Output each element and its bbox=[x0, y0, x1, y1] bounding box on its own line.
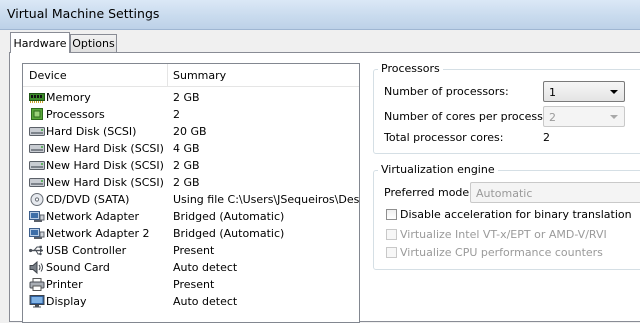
device-list[interactable]: Device Summary Memory 2 GB Processors 2 … bbox=[22, 63, 360, 323]
device-summary: Present bbox=[173, 244, 215, 257]
virtualize-vtx-label[interactable]: Virtualize Intel VT-x/EPT or AMD-V/RVI bbox=[400, 228, 607, 241]
chevron-down-icon bbox=[610, 90, 618, 94]
window-title: Virtual Machine Settings bbox=[7, 6, 160, 21]
virtualize-cpu-counters-checkbox[interactable] bbox=[386, 247, 397, 258]
tab-options-label: Options bbox=[72, 37, 115, 50]
device-summary: Bridged (Automatic) bbox=[173, 210, 285, 223]
device-summary: 2 GB bbox=[173, 176, 200, 189]
number-of-processors-dropdown[interactable]: 1 bbox=[543, 81, 625, 102]
device-row-usb-controller[interactable]: USB Controller Present bbox=[23, 242, 359, 259]
disable-acceleration-checkbox[interactable] bbox=[386, 209, 397, 220]
printer-icon bbox=[29, 278, 45, 291]
device-summary: Present bbox=[173, 278, 215, 291]
virtualize-vtx-checkbox[interactable] bbox=[386, 229, 397, 240]
device-summary: 4 GB bbox=[173, 142, 200, 155]
preferred-mode-dropdown[interactable]: Automatic bbox=[470, 182, 640, 203]
device-name: Processors bbox=[46, 108, 105, 121]
device-summary: Bridged (Automatic) bbox=[173, 227, 285, 240]
device-row-sound-card[interactable]: Sound Card Auto detect bbox=[23, 259, 359, 276]
device-name: Printer bbox=[46, 278, 83, 291]
network-adapter-icon bbox=[29, 210, 45, 223]
total-processor-cores-label: Total processor cores: bbox=[384, 131, 504, 144]
device-summary: Auto detect bbox=[173, 261, 238, 274]
device-summary: 2 bbox=[173, 108, 180, 121]
device-row-hard-disk[interactable]: Hard Disk (SCSI) 20 GB bbox=[23, 123, 359, 140]
device-name: CD/DVD (SATA) bbox=[46, 193, 130, 206]
tab-hardware[interactable]: Hardware bbox=[10, 32, 70, 53]
device-name: Network Adapter bbox=[46, 210, 140, 223]
number-of-processors-label: Number of processors: bbox=[384, 85, 509, 98]
device-list-header: Device Summary bbox=[23, 64, 359, 87]
display-icon bbox=[29, 295, 45, 308]
device-name: New Hard Disk (SCSI) bbox=[46, 142, 164, 155]
cores-per-processor-dropdown[interactable]: 2 bbox=[543, 106, 625, 127]
total-processor-cores-value: 2 bbox=[543, 131, 550, 144]
tab-hardware-label: Hardware bbox=[13, 37, 67, 50]
disable-acceleration-label[interactable]: Disable acceleration for binary translat… bbox=[400, 208, 632, 221]
device-summary: 20 GB bbox=[173, 125, 207, 138]
device-row-processors[interactable]: Processors 2 bbox=[23, 106, 359, 123]
virtualize-cpu-counters-label[interactable]: Virtualize CPU performance counters bbox=[400, 246, 603, 259]
cores-per-processor-label: Number of cores per processor: bbox=[384, 110, 558, 123]
hard-disk-icon bbox=[29, 142, 45, 155]
device-name: USB Controller bbox=[46, 244, 127, 257]
preferred-mode-value: Automatic bbox=[476, 187, 533, 200]
device-row-network-adapter-2[interactable]: Network Adapter 2 Bridged (Automatic) bbox=[23, 225, 359, 242]
network-adapter-icon bbox=[29, 227, 45, 240]
device-summary: 2 GB bbox=[173, 91, 200, 104]
device-name: Network Adapter 2 bbox=[46, 227, 150, 240]
hard-disk-icon bbox=[29, 176, 45, 189]
device-row-cd-dvd[interactable]: CD/DVD (SATA) Using file C:\Users\JSeque… bbox=[23, 191, 360, 208]
virtualization-engine-group-label: Virtualization engine bbox=[378, 163, 498, 176]
hard-disk-icon bbox=[29, 125, 45, 138]
device-name: Hard Disk (SCSI) bbox=[46, 125, 137, 138]
processor-icon bbox=[29, 108, 45, 121]
device-row-network-adapter[interactable]: Network Adapter Bridged (Automatic) bbox=[23, 208, 359, 225]
device-name: Sound Card bbox=[46, 261, 110, 274]
device-name: Memory bbox=[46, 91, 91, 104]
preferred-mode-label: Preferred mode: bbox=[384, 186, 473, 199]
column-header-summary[interactable]: Summary bbox=[173, 69, 226, 82]
device-name: New Hard Disk (SCSI) bbox=[46, 176, 164, 189]
device-name: Display bbox=[46, 295, 87, 308]
device-summary: Using file C:\Users\JSequeiros\Desktop bbox=[173, 193, 360, 206]
sound-card-icon bbox=[29, 260, 45, 275]
device-row-new-hard-disk[interactable]: New Hard Disk (SCSI) 2 GB bbox=[23, 174, 359, 191]
title-bar: Virtual Machine Settings bbox=[0, 0, 640, 30]
tab-options[interactable]: Options bbox=[70, 34, 117, 52]
processors-group-label: Processors bbox=[378, 62, 443, 75]
device-row-new-hard-disk[interactable]: New Hard Disk (SCSI) 4 GB bbox=[23, 140, 359, 157]
device-row-printer[interactable]: Printer Present bbox=[23, 276, 359, 293]
column-header-device[interactable]: Device bbox=[29, 69, 67, 82]
device-row-new-hard-disk[interactable]: New Hard Disk (SCSI) 2 GB bbox=[23, 157, 359, 174]
device-summary: 2 GB bbox=[173, 159, 200, 172]
usb-icon bbox=[29, 244, 45, 257]
number-of-processors-value: 1 bbox=[549, 86, 556, 99]
device-row-memory[interactable]: Memory 2 GB bbox=[23, 89, 359, 106]
memory-icon bbox=[29, 91, 45, 104]
device-summary: Auto detect bbox=[173, 295, 238, 308]
cores-per-processor-value: 2 bbox=[549, 111, 556, 124]
column-separator[interactable] bbox=[167, 64, 168, 86]
cd-dvd-icon bbox=[29, 193, 45, 206]
chevron-down-icon bbox=[610, 115, 618, 119]
device-name: New Hard Disk (SCSI) bbox=[46, 159, 164, 172]
hard-disk-icon bbox=[29, 159, 45, 172]
device-row-display[interactable]: Display Auto detect bbox=[23, 293, 359, 310]
